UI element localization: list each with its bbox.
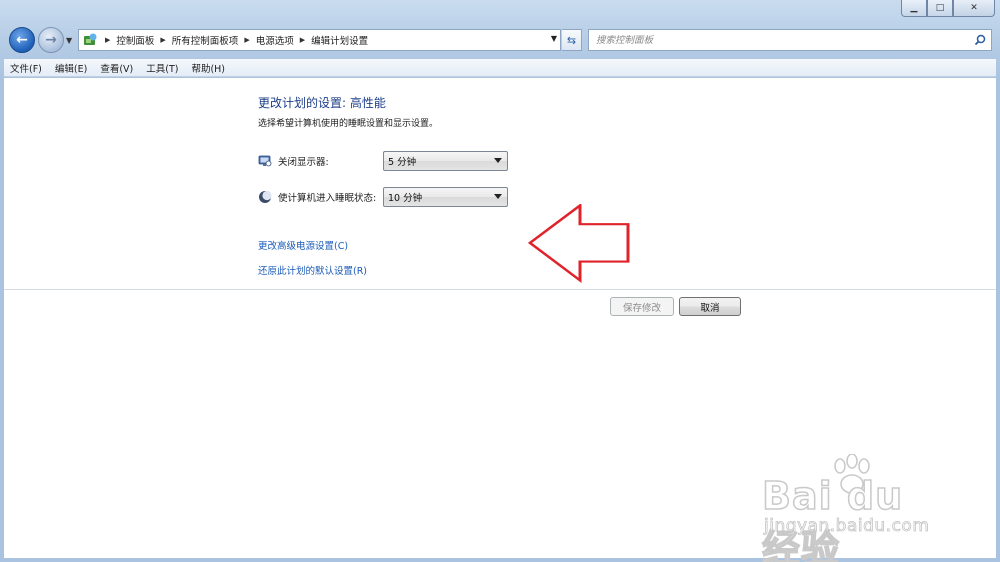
breadcrumb-separator: ▶ (105, 36, 111, 44)
close-button[interactable]: ✕ (953, 0, 995, 17)
back-button[interactable]: ← (9, 27, 35, 53)
breadcrumb-edit-plan[interactable]: 编辑计划设置 (311, 33, 368, 47)
search-box[interactable] (588, 29, 992, 51)
breadcrumb-control-panel[interactable]: 控制面板 (116, 33, 154, 47)
sleep-setting: 使计算机进入睡眠状态: (258, 187, 376, 207)
navigation-bar: ← → ▼ ▶ 控制面板 ▶ 所有控制面板项 ▶ 电源选项 ▶ 编辑计划设置 ▼… (0, 22, 1000, 58)
address-dropdown-icon[interactable]: ▼ (551, 34, 557, 43)
menu-bar: 文件(F) 编辑(E) 查看(V) 工具(T) 帮助(H) (4, 59, 996, 77)
page-subtitle: 选择希望计算机使用的睡眠设置和显示设置。 (258, 119, 439, 129)
search-icon[interactable] (974, 34, 986, 46)
caption-buttons: ▁ □ ✕ (901, 0, 995, 17)
red-arrow-annotation (528, 204, 630, 284)
advanced-power-settings-link[interactable]: 更改高级电源设置(C) (258, 238, 348, 252)
display-off-label: 关闭显示器: (278, 157, 329, 168)
menu-edit[interactable]: 编辑(E) (55, 61, 87, 75)
page-title: 更改计划的设置: 高性能 (258, 96, 386, 110)
maximize-button[interactable]: □ (927, 0, 953, 17)
chevron-down-icon (494, 158, 502, 163)
sleep-select[interactable]: 10 分钟 (383, 187, 508, 207)
menu-file[interactable]: 文件(F) (10, 61, 42, 75)
refresh-icon: ⇆ (566, 33, 577, 47)
breadcrumb-separator[interactable]: ▶ (300, 36, 305, 44)
restore-defaults-link[interactable]: 还原此计划的默认设置(R) (258, 263, 367, 277)
display-off-value: 5 分钟 (388, 157, 417, 168)
arrow-right-icon: → (45, 32, 57, 48)
cancel-button[interactable]: 取消 (679, 297, 741, 316)
control-panel-icon (81, 32, 99, 48)
sleep-value: 10 分钟 (388, 193, 423, 204)
refresh-button[interactable]: ⇆ (562, 29, 582, 51)
minimize-icon: ▁ (910, 3, 918, 13)
close-icon: ✕ (970, 3, 978, 13)
menu-tools[interactable]: 工具(T) (146, 61, 178, 75)
display-off-setting: 关闭显示器: (258, 151, 329, 171)
monitor-icon (258, 155, 272, 167)
divider (4, 289, 996, 290)
chevron-down-icon (494, 194, 502, 199)
breadcrumb-power-options[interactable]: 电源选项 (256, 33, 294, 47)
sleep-label: 使计算机进入睡眠状态: (278, 193, 377, 204)
address-bar[interactable]: ▶ 控制面板 ▶ 所有控制面板项 ▶ 电源选项 ▶ 编辑计划设置 ▼ (78, 29, 561, 51)
menu-view[interactable]: 查看(V) (100, 61, 133, 75)
window-frame: ▁ □ ✕ ← → ▼ ▶ 控制面板 ▶ 所有控制面板项 ▶ 电源选项 ▶ 编辑… (0, 0, 1000, 562)
baidu-watermark: Bai du 经验 jingyan.baidu.com (761, 454, 952, 562)
breadcrumb-separator[interactable]: ▶ (244, 36, 249, 44)
forward-button[interactable]: → (38, 27, 64, 53)
moon-icon (259, 190, 272, 203)
breadcrumb-all-items[interactable]: 所有控制面板项 (172, 33, 239, 47)
save-changes-button[interactable]: 保存修改 (610, 297, 674, 316)
breadcrumb-separator[interactable]: ▶ (160, 36, 165, 44)
search-input[interactable] (596, 34, 956, 46)
arrow-left-icon: ← (16, 32, 28, 48)
menu-help[interactable]: 帮助(H) (191, 61, 225, 75)
minimize-button[interactable]: ▁ (901, 0, 927, 17)
recent-pages-dropdown[interactable]: ▼ (66, 36, 72, 45)
watermark-url: jingyan.baidu.com (764, 516, 930, 537)
maximize-icon: □ (935, 3, 945, 13)
display-off-select[interactable]: 5 分钟 (383, 151, 508, 171)
